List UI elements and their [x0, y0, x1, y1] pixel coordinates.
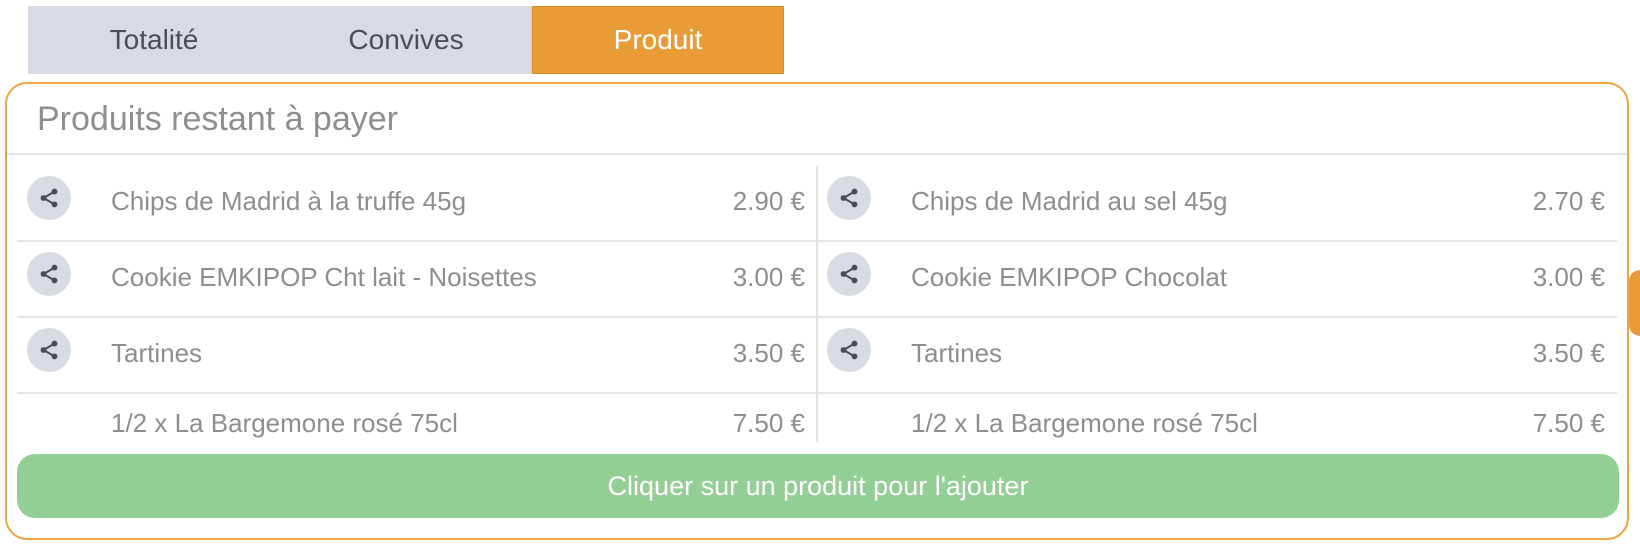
product-price: 2.90 €	[732, 186, 805, 216]
product-name: Chips de Madrid à la truffe 45g	[111, 186, 467, 216]
product-price: 3.50 €	[1532, 338, 1605, 368]
product-row[interactable]: Chips de Madrid au sel 45g 2.70 €	[817, 166, 1617, 242]
product-row[interactable]: 1/2 x La Bargemone rosé 75cl 7.50 €	[17, 394, 817, 452]
product-row[interactable]: Cookie EMKIPOP Cht lait - Noisettes 3.00…	[17, 242, 817, 318]
product-name: 1/2 x La Bargemone rosé 75cl	[911, 408, 1258, 438]
product-row[interactable]: Cookie EMKIPOP Chocolat 3.00 €	[817, 242, 1617, 318]
product-name: Tartines	[111, 338, 203, 368]
product-price: 7.50 €	[1532, 408, 1605, 438]
side-panel-handle[interactable]	[1629, 270, 1640, 336]
product-name: Cookie EMKIPOP Cht lait - Noisettes	[111, 262, 537, 292]
tab-convives[interactable]: Convives	[280, 6, 532, 74]
product-price: 2.70 €	[1532, 186, 1605, 216]
product-price: 7.50 €	[732, 408, 805, 438]
tab-produit[interactable]: Produit	[532, 6, 784, 74]
product-column-right: Chips de Madrid au sel 45g 2.70 € Cookie…	[817, 166, 1617, 452]
product-name: Cookie EMKIPOP Chocolat	[911, 262, 1227, 292]
tab-bar: Totalité Convives Produit	[28, 6, 784, 74]
share-icon[interactable]	[827, 176, 871, 220]
share-icon[interactable]	[827, 328, 871, 372]
product-row[interactable]: 1/2 x La Bargemone rosé 75cl 7.50 €	[817, 394, 1617, 452]
title-divider	[7, 153, 1627, 155]
products-remaining-panel: Produits restant à payer Chips de Madrid…	[5, 82, 1629, 540]
add-product-button[interactable]: Cliquer sur un produit pour l'ajouter	[17, 454, 1619, 518]
product-name: Tartines	[911, 338, 1003, 368]
share-icon[interactable]	[827, 252, 871, 296]
share-icon[interactable]	[27, 176, 71, 220]
product-price: 3.50 €	[732, 338, 805, 368]
tab-totalite[interactable]: Totalité	[28, 6, 280, 74]
product-name: 1/2 x La Bargemone rosé 75cl	[111, 408, 458, 438]
product-column-left: Chips de Madrid à la truffe 45g 2.90 € C…	[17, 166, 817, 452]
product-row[interactable]: Tartines 3.50 €	[17, 318, 817, 394]
share-icon[interactable]	[27, 328, 71, 372]
product-row[interactable]: Chips de Madrid à la truffe 45g 2.90 €	[17, 166, 817, 242]
share-icon[interactable]	[27, 252, 71, 296]
product-row[interactable]: Tartines 3.50 €	[817, 318, 1617, 394]
panel-title: Produits restant à payer	[37, 100, 398, 138]
product-name: Chips de Madrid au sel 45g	[911, 186, 1228, 216]
product-price: 3.00 €	[1532, 262, 1605, 292]
product-price: 3.00 €	[732, 262, 805, 292]
